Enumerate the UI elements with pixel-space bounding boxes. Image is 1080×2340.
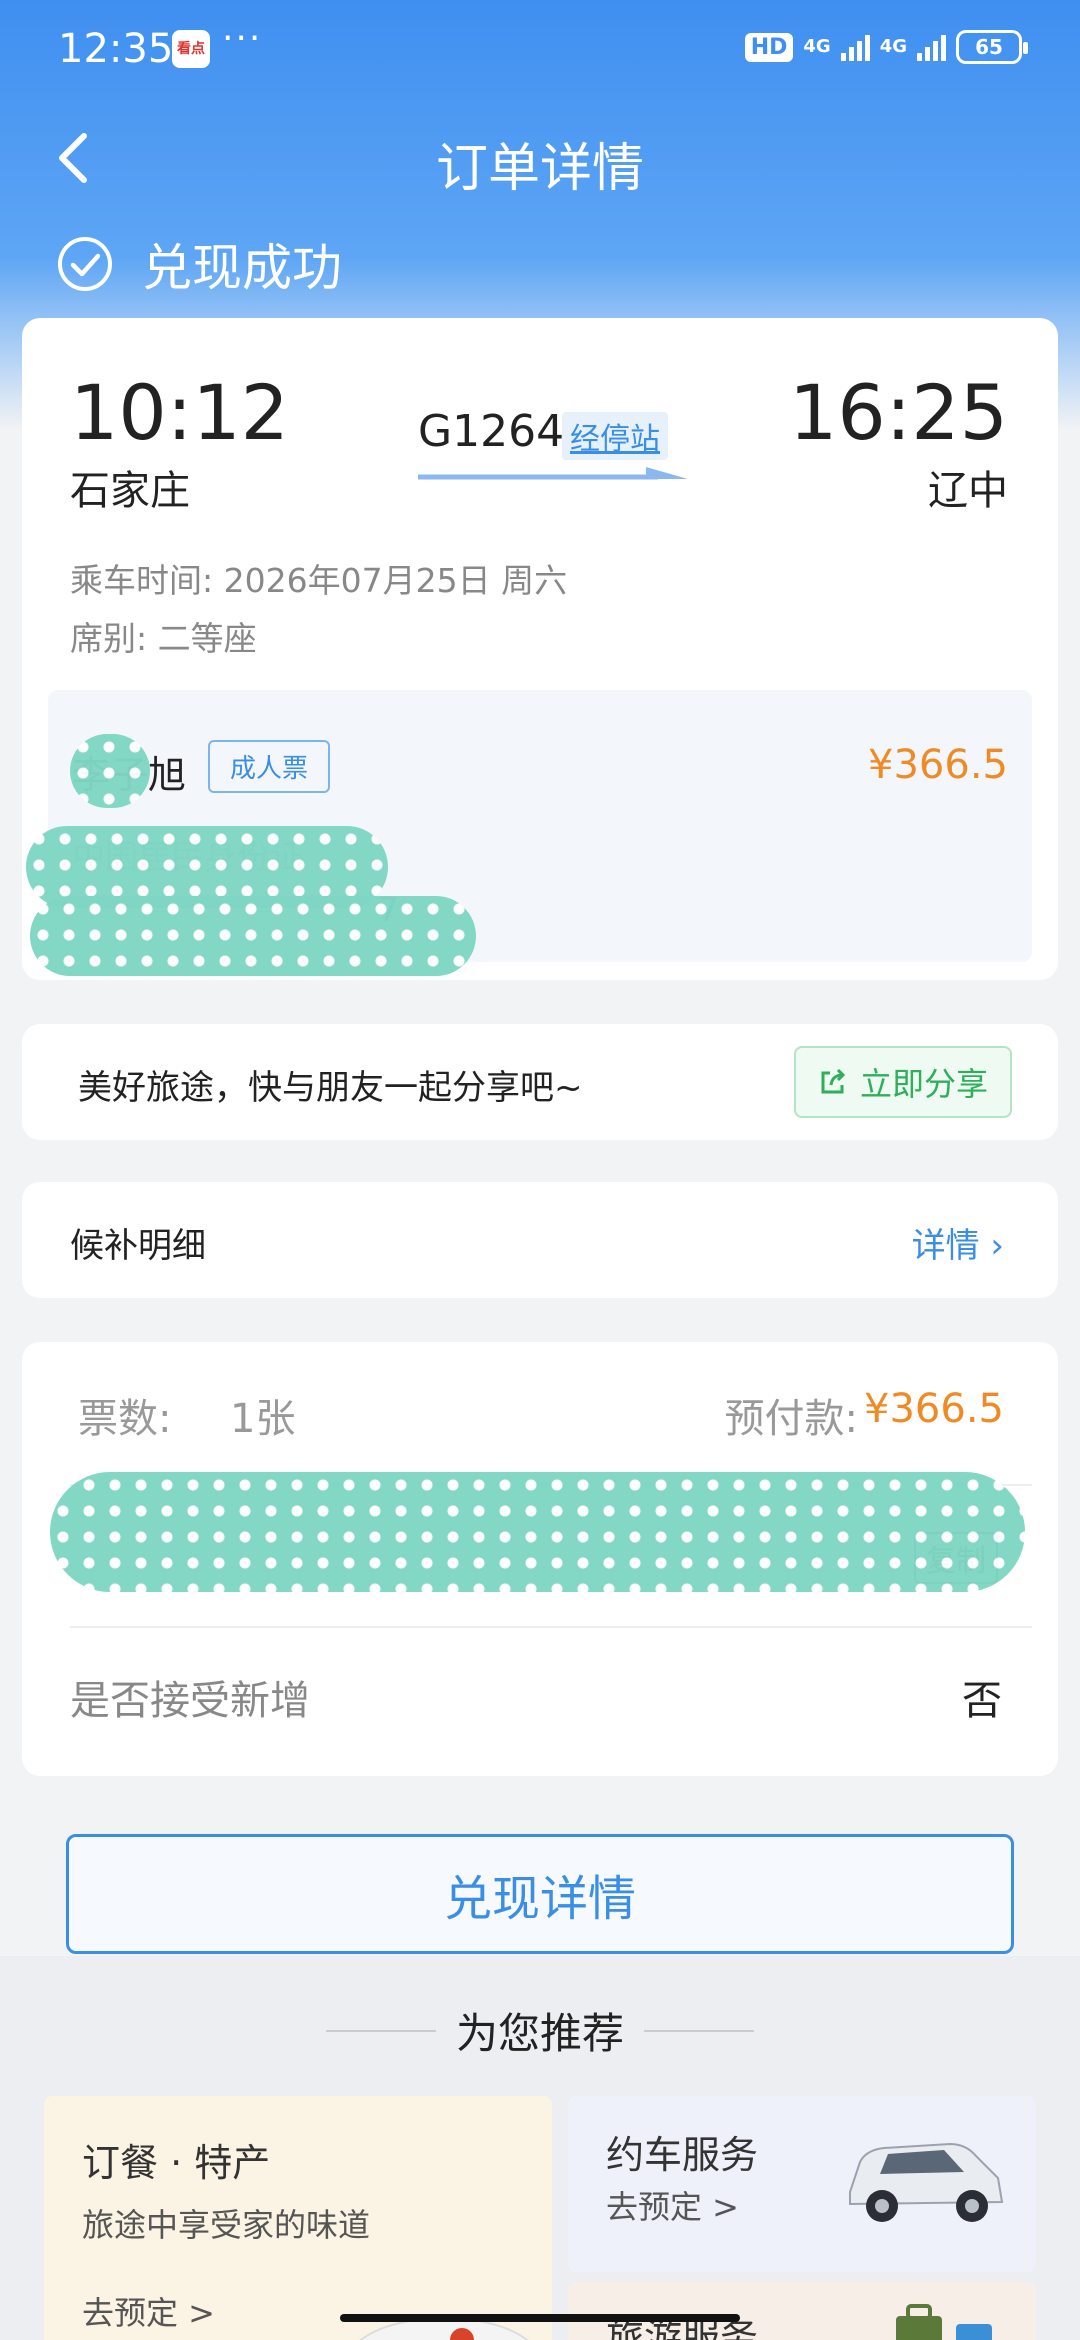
share-card: 美好旅途，快与朋友一起分享吧~ 立即分享: [22, 1024, 1058, 1140]
recommend-title: 为您推荐: [455, 2009, 624, 2058]
divider: [70, 1626, 1032, 1628]
privacy-scribble: [30, 896, 476, 976]
accept-new-label: 是否接受新增: [70, 1678, 310, 1724]
car-title: 约车服务: [606, 2133, 759, 2177]
network-type-2: 4G: [879, 36, 907, 57]
arrival-station: 辽中: [928, 468, 1008, 514]
tickets-value: 1张: [230, 1396, 296, 1442]
train-number: G1264: [418, 406, 565, 457]
ride-date: 乘车时间: 2026年07月25日 周六: [70, 561, 568, 600]
order-status: 兑现成功: [56, 228, 342, 300]
prepay-value: ¥366.5: [864, 1386, 1004, 1432]
car-service-card[interactable]: 约车服务 去预定 >: [568, 2096, 1036, 2272]
more-notifications-icon: ···: [222, 18, 263, 59]
status-time: 12:35: [58, 26, 174, 72]
check-circle-icon: [58, 237, 112, 291]
waitlist-label: 候补明细: [70, 1226, 206, 1266]
network-type-1: 4G: [803, 36, 831, 57]
waitlist-detail-link[interactable]: 详情 ›: [912, 1218, 1004, 1267]
divider: [325, 2029, 436, 2032]
food-book-link[interactable]: 去预定 >: [82, 2288, 215, 2334]
arrival-time: 16:25: [788, 368, 1008, 457]
travel-title: 旅游服务: [606, 2315, 759, 2340]
divider: [644, 2029, 754, 2032]
departure-time: 10:12: [70, 368, 290, 457]
prepay-label: 预付款:: [724, 1396, 858, 1442]
battery-icon: 65: [956, 30, 1028, 64]
departure-station: 石家庄: [70, 468, 190, 514]
recommend-header: 为您推荐: [0, 2000, 1080, 2061]
share-button-label: 立即分享: [859, 1065, 988, 1103]
signal-icon: [840, 33, 870, 61]
tickets-label: 票数:: [78, 1396, 172, 1442]
share-prompt: 美好旅途，快与朋友一起分享吧~: [78, 1068, 583, 1108]
luggage-icon: [896, 2304, 992, 2340]
status-bar: 12:35 看点 ··· HD 4G 4G 65: [0, 0, 1080, 100]
seat-class: 席别: 二等座: [70, 619, 257, 658]
route-arrow-icon: [418, 467, 688, 480]
signal-icon: [917, 33, 946, 61]
page-title: 订单详情: [435, 139, 644, 199]
ticket-price: ¥366.5: [868, 742, 1008, 788]
privacy-scribble: [50, 1472, 1025, 1592]
accept-new-value: 否: [962, 1678, 1002, 1724]
privacy-scribble: [70, 734, 150, 808]
car-icon: [849, 2142, 1004, 2222]
stops-link[interactable]: 经停站: [562, 412, 668, 460]
ticket-type-badge: 成人票: [208, 740, 331, 793]
car-book-link[interactable]: 去预定 >: [606, 2182, 739, 2228]
food-service-card[interactable]: 订餐 · 特产 旅途中享受家的味道 去预定 >: [44, 2096, 552, 2340]
status-text: 兑现成功: [142, 239, 342, 297]
waitlist-card[interactable]: 候补明细 详情 ›: [22, 1182, 1058, 1298]
food-subtitle: 旅途中享受家的味道: [82, 2206, 371, 2244]
food-title: 订餐 · 特产: [82, 2141, 271, 2185]
status-indicators: HD 4G 4G 65: [744, 30, 1028, 64]
home-indicator[interactable]: [340, 2314, 740, 2322]
hd-voice-icon: HD: [744, 32, 794, 62]
news-app-icon: 看点: [172, 30, 210, 68]
travel-service-card[interactable]: 旅游服务: [568, 2282, 1036, 2340]
share-icon: [821, 1068, 846, 1094]
share-button[interactable]: 立即分享: [794, 1046, 1012, 1118]
redeem-details-button[interactable]: 兑现详情: [66, 1834, 1014, 1954]
